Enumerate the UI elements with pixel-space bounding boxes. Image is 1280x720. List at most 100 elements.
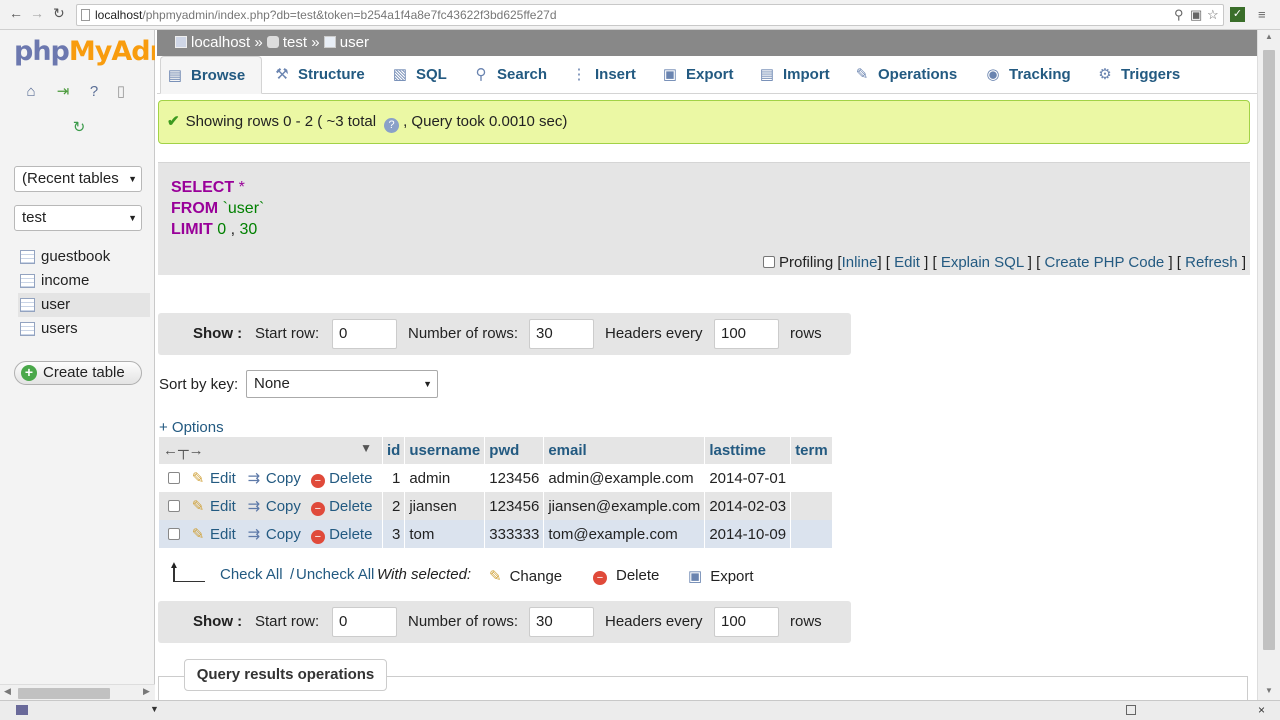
tab-structure[interactable]: ⚒ Structure xyxy=(268,56,364,94)
cell-email[interactable]: tom@example.com xyxy=(543,520,706,548)
copy-button[interactable]: ⇉ Copy xyxy=(246,498,301,515)
scroll-down-icon[interactable]: ▼ xyxy=(1265,686,1273,695)
breadcrumb-table[interactable]: user xyxy=(340,34,369,51)
cell-id[interactable]: 3 xyxy=(382,520,406,548)
tab-triggers[interactable]: ⚙ Triggers xyxy=(1091,56,1180,94)
cell-pwd[interactable]: 333333 xyxy=(484,520,545,548)
edit-button[interactable]: ✎ Edit xyxy=(190,470,236,487)
column-arrows-icon[interactable]: ←┬→ xyxy=(163,442,204,459)
start-row-input[interactable]: 0 xyxy=(332,319,397,349)
tab-operations[interactable]: ✎ Operations xyxy=(848,56,957,94)
cell-username[interactable]: tom xyxy=(404,520,486,548)
table-item-users[interactable]: users xyxy=(18,317,150,341)
column-header-email[interactable]: email xyxy=(543,437,706,464)
address-bar[interactable]: localhost/phpmyadmin/index.php?db=test&t… xyxy=(76,4,1224,26)
cell-username[interactable]: admin xyxy=(404,464,486,492)
breadcrumb-db[interactable]: test xyxy=(283,34,307,51)
database-select[interactable]: test ▼ xyxy=(14,205,142,231)
home-icon[interactable]: ⌂ xyxy=(22,83,40,101)
tab-sql[interactable]: ▧ SQL xyxy=(386,56,447,94)
edit-button[interactable]: ✎ Edit xyxy=(190,526,236,543)
extension-icon[interactable]: ▣ xyxy=(1190,7,1202,23)
sort-dropdown-icon[interactable]: ▼ xyxy=(360,441,372,455)
headers-every-input[interactable]: 100 xyxy=(714,607,779,637)
scroll-left-icon[interactable]: ◀ xyxy=(4,686,11,697)
column-header-pwd[interactable]: pwd xyxy=(484,437,545,464)
menu-icon[interactable]: ≡ xyxy=(1258,7,1266,22)
chevron-down-icon[interactable]: ▼ xyxy=(150,704,159,714)
edit-sql-link[interactable]: Edit xyxy=(894,254,920,271)
cell-term[interactable] xyxy=(790,520,833,548)
forward-icon[interactable]: → xyxy=(30,5,44,21)
extension-check-icon[interactable]: ✓ xyxy=(1230,7,1245,22)
start-row-input[interactable]: 0 xyxy=(332,607,397,637)
cell-username[interactable]: jiansen xyxy=(404,492,486,520)
cell-pwd[interactable]: 123456 xyxy=(484,492,545,520)
table-item-user[interactable]: user xyxy=(18,293,150,317)
bookmark-star-icon[interactable]: ☆ xyxy=(1207,7,1219,23)
delete-selected-button[interactable]: − Delete xyxy=(593,567,659,585)
cell-id[interactable]: 1 xyxy=(382,464,406,492)
create-table-button[interactable]: + Create table xyxy=(14,361,142,385)
column-header-term[interactable]: term xyxy=(790,437,833,464)
headers-every-input[interactable]: 100 xyxy=(714,319,779,349)
back-icon[interactable]: ← xyxy=(9,5,23,21)
row-checkbox[interactable] xyxy=(168,471,180,484)
phpmyadmin-logo[interactable]: phpMyAdmin xyxy=(14,36,155,67)
sort-by-key-select[interactable]: None ▼ xyxy=(246,370,438,398)
options-link[interactable]: + Options xyxy=(159,419,224,436)
cell-id[interactable]: 2 xyxy=(382,492,406,520)
copy-button[interactable]: ⇉ Copy xyxy=(246,470,301,487)
cell-pwd[interactable]: 123456 xyxy=(484,464,545,492)
tab-search[interactable]: ⚲ Search xyxy=(467,56,548,94)
change-button[interactable]: ✎ Change xyxy=(489,567,562,585)
reload-navigation-icon[interactable]: ↻ xyxy=(70,119,88,137)
create-php-code-link[interactable]: Create PHP Code xyxy=(1044,254,1164,271)
page-vertical-scrollbar[interactable]: ▲ ▼ xyxy=(1257,30,1280,700)
tab-import[interactable]: ▤ Import xyxy=(753,56,830,94)
table-item-income[interactable]: income xyxy=(18,269,150,293)
number-of-rows-input[interactable]: 30 xyxy=(529,607,594,637)
delete-button[interactable]: − Delete xyxy=(310,526,372,544)
close-icon[interactable]: × xyxy=(1258,703,1265,717)
uncheck-all-link[interactable]: Uncheck All xyxy=(296,566,374,583)
profiling-checkbox[interactable] xyxy=(763,256,776,268)
reload-icon[interactable]: ↻ xyxy=(53,5,65,22)
explain-sql-link[interactable]: Explain SQL xyxy=(941,254,1024,271)
check-all-link[interactable]: Check All xyxy=(220,566,283,583)
tab-browse[interactable]: ▤ Browse xyxy=(160,56,262,94)
scrollbar-thumb[interactable] xyxy=(1263,50,1275,650)
edit-button[interactable]: ✎ Edit xyxy=(190,498,236,515)
number-of-rows-input[interactable]: 30 xyxy=(529,319,594,349)
column-header-lasttime[interactable]: lasttime xyxy=(704,437,792,464)
help-icon[interactable]: ? xyxy=(85,83,103,101)
recent-tables-select[interactable]: (Recent tables ▼ xyxy=(14,166,142,192)
delete-button[interactable]: − Delete xyxy=(310,498,372,516)
cell-lasttime[interactable]: 2014-10-09 xyxy=(704,520,792,548)
row-checkbox[interactable] xyxy=(168,527,180,540)
table-item-guestbook[interactable]: guestbook xyxy=(18,245,150,269)
tab-tracking[interactable]: ◉ Tracking xyxy=(979,56,1070,94)
zoom-icon[interactable]: ⚲ xyxy=(1174,7,1184,23)
copy-button[interactable]: ⇉ Copy xyxy=(246,526,301,543)
cell-email[interactable]: admin@example.com xyxy=(543,464,706,492)
query-results-operations-legend[interactable]: Query results operations xyxy=(184,659,387,691)
delete-button[interactable]: − Delete xyxy=(310,470,372,488)
tab-export[interactable]: ▣ Export xyxy=(656,56,734,94)
scroll-up-icon[interactable]: ▲ xyxy=(1265,32,1273,41)
tab-insert[interactable]: ⋮ Insert xyxy=(565,56,636,94)
cell-term[interactable] xyxy=(790,464,833,492)
help-icon[interactable]: ? xyxy=(384,118,400,133)
cell-email[interactable]: jiansen@example.com xyxy=(543,492,706,520)
column-header-id[interactable]: id xyxy=(382,437,406,464)
inline-link[interactable]: Inline xyxy=(842,254,878,271)
cell-lasttime[interactable]: 2014-02-03 xyxy=(704,492,792,520)
column-header-username[interactable]: username xyxy=(404,437,486,464)
export-selected-button[interactable]: ▣ Export xyxy=(688,567,754,585)
scrollbar-thumb[interactable] xyxy=(18,688,110,699)
cell-term[interactable] xyxy=(790,492,833,520)
refresh-link[interactable]: Refresh xyxy=(1185,254,1238,271)
docs-icon[interactable]: ▯ xyxy=(112,83,130,101)
scroll-right-icon[interactable]: ▶ xyxy=(143,686,150,697)
sidebar-horizontal-scrollbar[interactable]: ◀ ▶ xyxy=(0,684,155,700)
